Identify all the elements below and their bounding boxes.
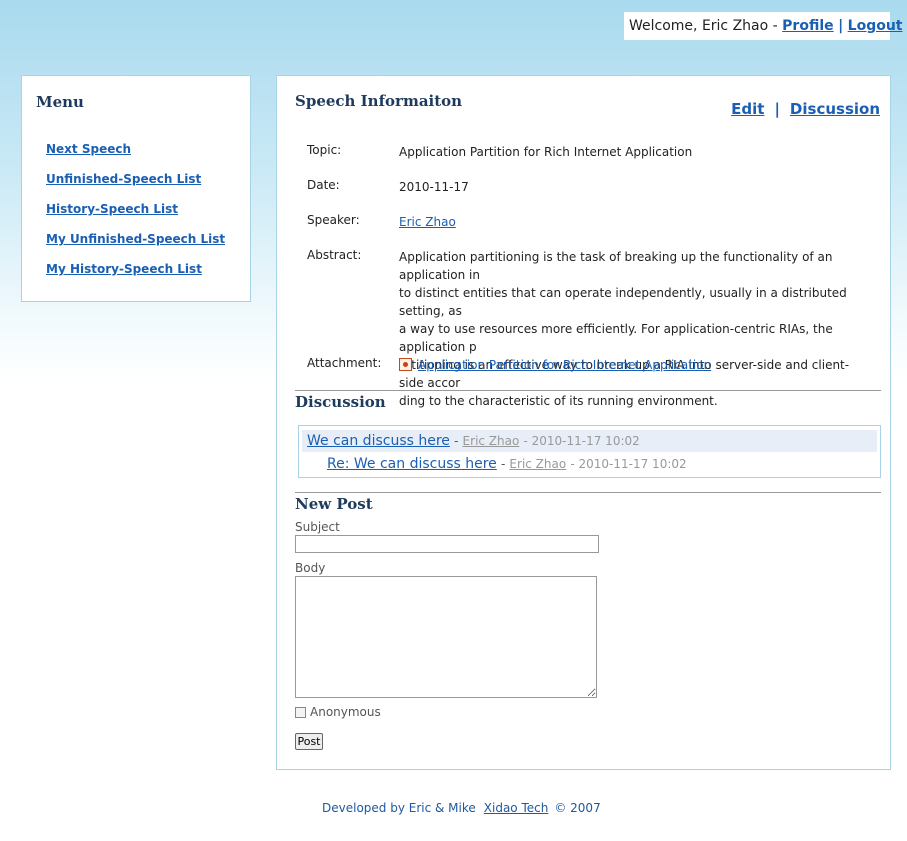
pdf-file-icon	[399, 358, 412, 371]
abstract-line: Application partitioning is the task of …	[399, 250, 833, 282]
menu-list: Next Speech Unfinished-Speech List Histo…	[46, 138, 225, 288]
subject-input[interactable]	[295, 535, 599, 553]
menu-item-history-speech-list[interactable]: History-Speech List	[46, 202, 178, 216]
menu-item-my-unfinished-speech-list[interactable]: My Unfinished-Speech List	[46, 232, 225, 246]
menu-title: Menu	[36, 93, 84, 111]
abstract-text: Application partitioning is the task of …	[399, 248, 869, 410]
menu-item-my-history-speech-list[interactable]: My History-Speech List	[46, 262, 202, 276]
new-post-title: New Post	[295, 495, 373, 513]
discussion-title: Discussion	[295, 393, 386, 411]
topic-value: Application Partition for Rich Internet …	[399, 145, 693, 159]
abstract-label: Abstract:	[307, 248, 362, 262]
post-button[interactable]: Post	[295, 733, 323, 750]
footer: Developed by Eric & Mike Xidao Tech © 2007	[322, 801, 601, 815]
welcome-text: Welcome, Eric Zhao -	[629, 18, 778, 34]
body-label: Body	[295, 561, 326, 575]
reply-author-link[interactable]: Eric Zhao	[509, 457, 566, 471]
speech-title: Speech Informaiton	[295, 92, 463, 110]
discussion-reply: Re: We can discuss here - Eric Zhao - 20…	[327, 453, 687, 475]
discussion-link[interactable]: Discussion	[790, 100, 880, 118]
edit-link[interactable]: Edit	[731, 100, 764, 118]
attachment-label: Attachment:	[307, 356, 382, 370]
post-author-link[interactable]: Eric Zhao	[463, 434, 520, 448]
attachment-link[interactable]: Application Partition for Rich Internet …	[418, 358, 711, 372]
anonymous-checkbox[interactable]	[295, 706, 306, 718]
speaker-link[interactable]: Eric Zhao	[399, 215, 456, 229]
welcome-bar: Welcome, Eric Zhao - Profile | Logout	[624, 12, 903, 40]
subject-label: Subject	[295, 520, 340, 534]
menu-item-next-speech[interactable]: Next Speech	[46, 142, 131, 156]
post-subject-link[interactable]: We can discuss here	[307, 433, 450, 449]
speech-panel: Speech Informaiton Edit | Discussion Topic…	[276, 75, 891, 770]
footer-developers: Developed by Eric & Mike	[322, 801, 476, 815]
footer-copyright: © 2007	[554, 801, 601, 815]
sidebar-menu: Menu Next Speech Unfinished-Speech List …	[21, 75, 251, 302]
post-dash: -	[454, 434, 459, 448]
reply-subject-link[interactable]: Re: We can discuss here	[327, 456, 497, 472]
post-time: - 2010-11-17 10:02	[523, 434, 640, 448]
profile-link[interactable]: Profile	[782, 18, 833, 34]
reply-time: - 2010-11-17 10:02	[570, 457, 687, 471]
body-textarea[interactable]	[295, 576, 597, 698]
anonymous-option: Anonymous	[295, 705, 381, 719]
abstract-line: ding to the characteristic of its runnin…	[399, 394, 718, 408]
abstract-line: to distinct entities that can operate in…	[399, 286, 847, 318]
discussion-post: We can discuss here - Eric Zhao - 2010-1…	[302, 430, 877, 452]
speech-actions: Edit | Discussion	[731, 100, 880, 118]
topic-label: Topic:	[307, 143, 342, 157]
reply-dash: -	[500, 457, 506, 471]
discussion-list: We can discuss here - Eric Zhao - 2010-1…	[298, 425, 881, 478]
menu-item-unfinished-speech-list[interactable]: Unfinished-Speech List	[46, 172, 201, 186]
company-link[interactable]: Xidao Tech	[484, 801, 549, 815]
date-label: Date:	[307, 178, 340, 192]
abstract-line: a way to use resources more efficiently.…	[399, 322, 833, 354]
anonymous-label: Anonymous	[310, 705, 381, 719]
actions-separator: |	[774, 100, 780, 118]
divider	[295, 390, 881, 391]
header-separator: |	[838, 18, 844, 34]
date-value: 2010-11-17	[399, 180, 469, 194]
divider	[295, 492, 881, 493]
logout-link[interactable]: Logout	[848, 18, 903, 34]
speaker-label: Speaker:	[307, 213, 360, 227]
